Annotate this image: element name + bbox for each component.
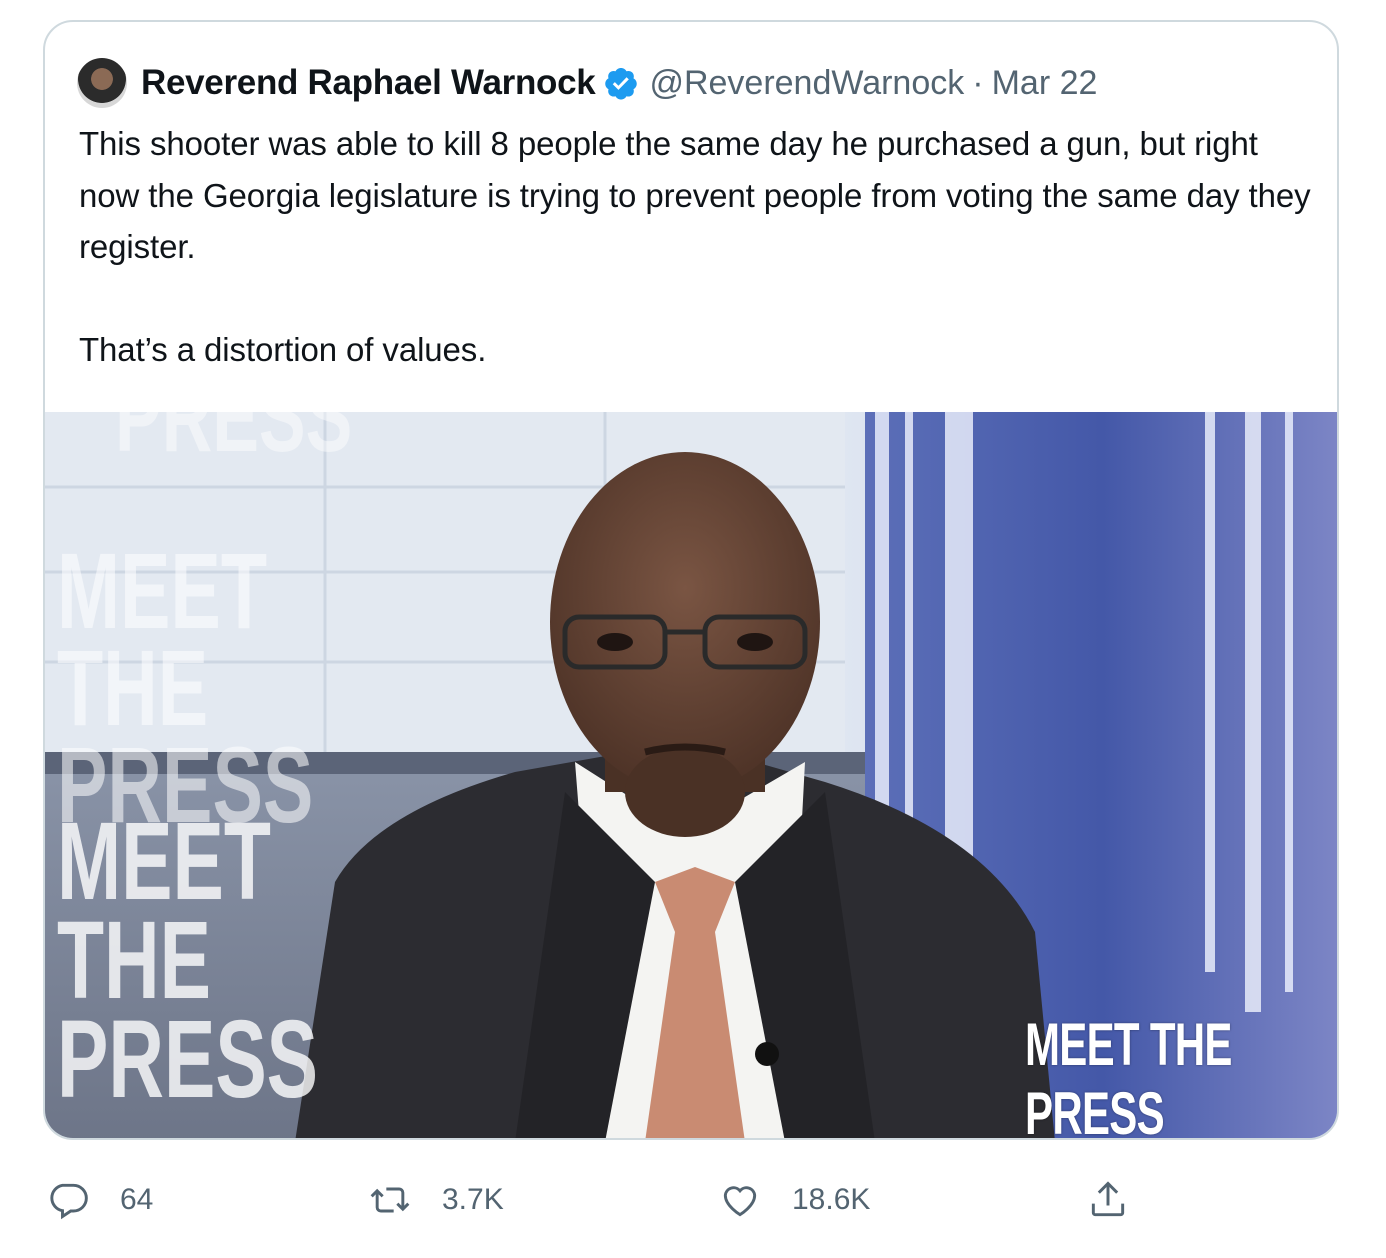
retweet-count: 3.7K — [442, 1183, 504, 1216]
tweet-text: This shooter was able to kill 8 people t… — [79, 118, 1319, 376]
share-icon — [1091, 1181, 1125, 1217]
tweet-card[interactable]: Reverend Raphael Warnock @ReverendWarnoc… — [43, 20, 1339, 1140]
share-button[interactable] — [1086, 1172, 1160, 1228]
verified-badge-icon — [605, 68, 638, 100]
author-name[interactable]: Reverend Raphael Warnock — [141, 63, 596, 103]
meet-the-press-logo: MEET THE PRESS — [1025, 1011, 1232, 1140]
like-count: 18.6K — [792, 1183, 871, 1216]
retweet-button[interactable]: 3.7K — [368, 1172, 504, 1228]
tweet-date[interactable]: Mar 22 — [992, 64, 1098, 103]
heart-icon — [723, 1186, 757, 1217]
author-handle[interactable]: @ReverendWarnock — [649, 64, 964, 103]
like-button[interactable]: 18.6K — [718, 1172, 870, 1228]
reply-button[interactable]: 64 — [46, 1172, 153, 1228]
retweet-icon — [370, 1187, 410, 1213]
tweet-actions: 64 3.7K 18.6K — [0, 1172, 1386, 1228]
tweet-paragraph-2: That’s a distortion of values. — [79, 331, 487, 368]
reply-icon — [50, 1183, 88, 1220]
tweet-paragraph-1: This shooter was able to kill 8 people t… — [79, 125, 1311, 265]
watermark-meet-the-press-1: MEET THE PRESS — [57, 530, 314, 846]
tweet-video[interactable]: PRESS MEET THE PRESS MEET THE PRESS MEET… — [45, 412, 1337, 1140]
author-avatar[interactable] — [77, 58, 127, 108]
header-separator: · — [972, 63, 984, 102]
watermark-top: PRESS — [115, 412, 353, 473]
reply-count: 64 — [120, 1183, 154, 1216]
tweet-header: Reverend Raphael Warnock @ReverendWarnoc… — [77, 56, 1097, 110]
watermark-meet-the-press-2: MEET THE PRESS — [57, 800, 319, 1121]
